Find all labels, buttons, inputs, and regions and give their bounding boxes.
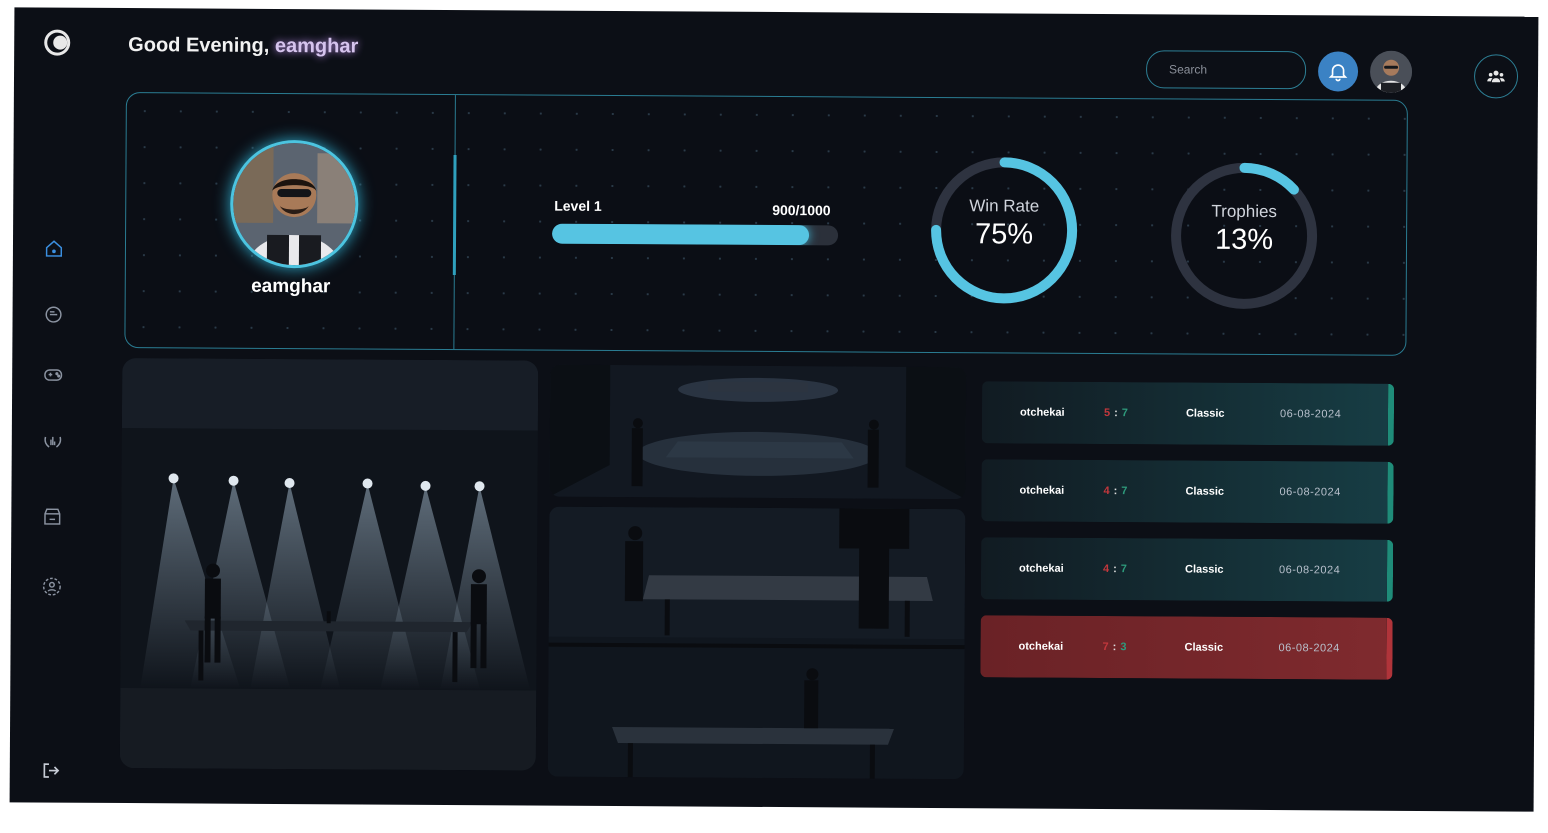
profile-picture[interactable] (229, 139, 359, 269)
match-score-b: 7 (1120, 563, 1128, 576)
level-progress-fill (552, 223, 810, 246)
level-xp: 900/1000 (772, 201, 831, 219)
match-score-separator: : (1112, 641, 1118, 654)
match-score-separator: : (1113, 563, 1118, 576)
leaderboard-icon[interactable] (42, 430, 64, 452)
match-opponent: otchekai (1018, 640, 1064, 653)
game-mode-panel-arena[interactable] (549, 364, 967, 500)
trophies-value: 13% (1214, 223, 1274, 257)
match-score-separator: : (1113, 485, 1119, 498)
level-label: Level 1 (554, 197, 602, 214)
profile-name: eamghar (251, 275, 331, 298)
greeting-username: eamghar (274, 34, 359, 58)
match-score-a: 7 (1102, 641, 1110, 654)
search-input[interactable] (1145, 50, 1307, 90)
game-mode-panel-robot[interactable] (547, 506, 966, 780)
match-mode: Classic (1185, 407, 1225, 420)
match-opponent: otchekai (1018, 562, 1064, 575)
app-logo[interactable] (44, 29, 71, 56)
match-date: 06-08-2024 (1278, 564, 1341, 577)
match-score: 4:7 (1103, 563, 1128, 575)
greeting-prefix: Good Evening, (128, 34, 270, 57)
match-score: 5:7 (1104, 407, 1129, 419)
match-score: 4:7 (1103, 485, 1128, 497)
match-score-b: 7 (1121, 407, 1129, 420)
match-row[interactable]: otchekai 4:7 Classic 06-08-2024 (981, 459, 1394, 524)
game-controller-icon[interactable] (42, 364, 64, 386)
greeting: Good Evening, eamghar (128, 34, 358, 58)
profile-icon[interactable] (41, 576, 63, 598)
match-score-a: 4 (1103, 485, 1111, 498)
match-score-b: 3 (1120, 641, 1128, 654)
match-history: otchekai 5:7 Classic 06-08-2024 otchekai 4:7 C… (14, 7, 1538, 680)
level-progress-bar (552, 223, 839, 246)
trophies-ring: Trophies 13% (1168, 159, 1321, 312)
trophies-label: Trophies (1211, 201, 1278, 222)
stats-panel: eamghar Level 1 900/1000 Win Rate 75% Tr… (124, 92, 1408, 356)
match-row[interactable]: otchekai 5:7 Classic 06-08-2024 (981, 381, 1395, 446)
match-score-a: 4 (1102, 563, 1111, 576)
match-mode: Classic (1185, 485, 1225, 498)
match-date: 06-08-2024 (1278, 642, 1340, 655)
match-score-b: 7 (1121, 485, 1129, 498)
match-row[interactable]: otchekai 4:7 Classic 06-08-2024 (980, 537, 1394, 602)
match-mode: Classic (1184, 563, 1224, 576)
user-avatar[interactable] (1369, 50, 1413, 93)
win-rate-ring: Win Rate 75% (928, 154, 1081, 307)
app-window: Good Evening, eamghar Search eamghar Lev… (9, 7, 1539, 812)
match-score: 7:3 (1103, 641, 1128, 653)
win-rate-label: Win Rate (969, 196, 1040, 216)
stats-divider-accent (452, 155, 457, 276)
match-date: 06-08-2024 (1279, 486, 1341, 499)
match-score-separator: : (1114, 407, 1119, 420)
match-date: 06-08-2024 (1279, 408, 1342, 421)
game-mode-panel-spotlight[interactable] (119, 358, 539, 771)
home-icon[interactable] (43, 238, 65, 260)
users-icon (1487, 70, 1505, 83)
match-opponent: otchekai (1019, 484, 1065, 497)
logout-icon[interactable] (40, 760, 62, 782)
bell-icon (1328, 64, 1348, 82)
store-icon[interactable] (41, 506, 63, 528)
notifications-button[interactable] (1317, 51, 1359, 92)
match-score-a: 5 (1103, 407, 1112, 420)
match-opponent: otchekai (1019, 406, 1065, 419)
friends-button[interactable] (1473, 54, 1519, 99)
chat-icon[interactable] (42, 304, 64, 326)
match-mode: Classic (1184, 641, 1224, 654)
match-row[interactable]: otchekai 7:3 Classic 06-08-2024 (980, 615, 1393, 680)
win-rate-value: 75% (974, 218, 1034, 251)
